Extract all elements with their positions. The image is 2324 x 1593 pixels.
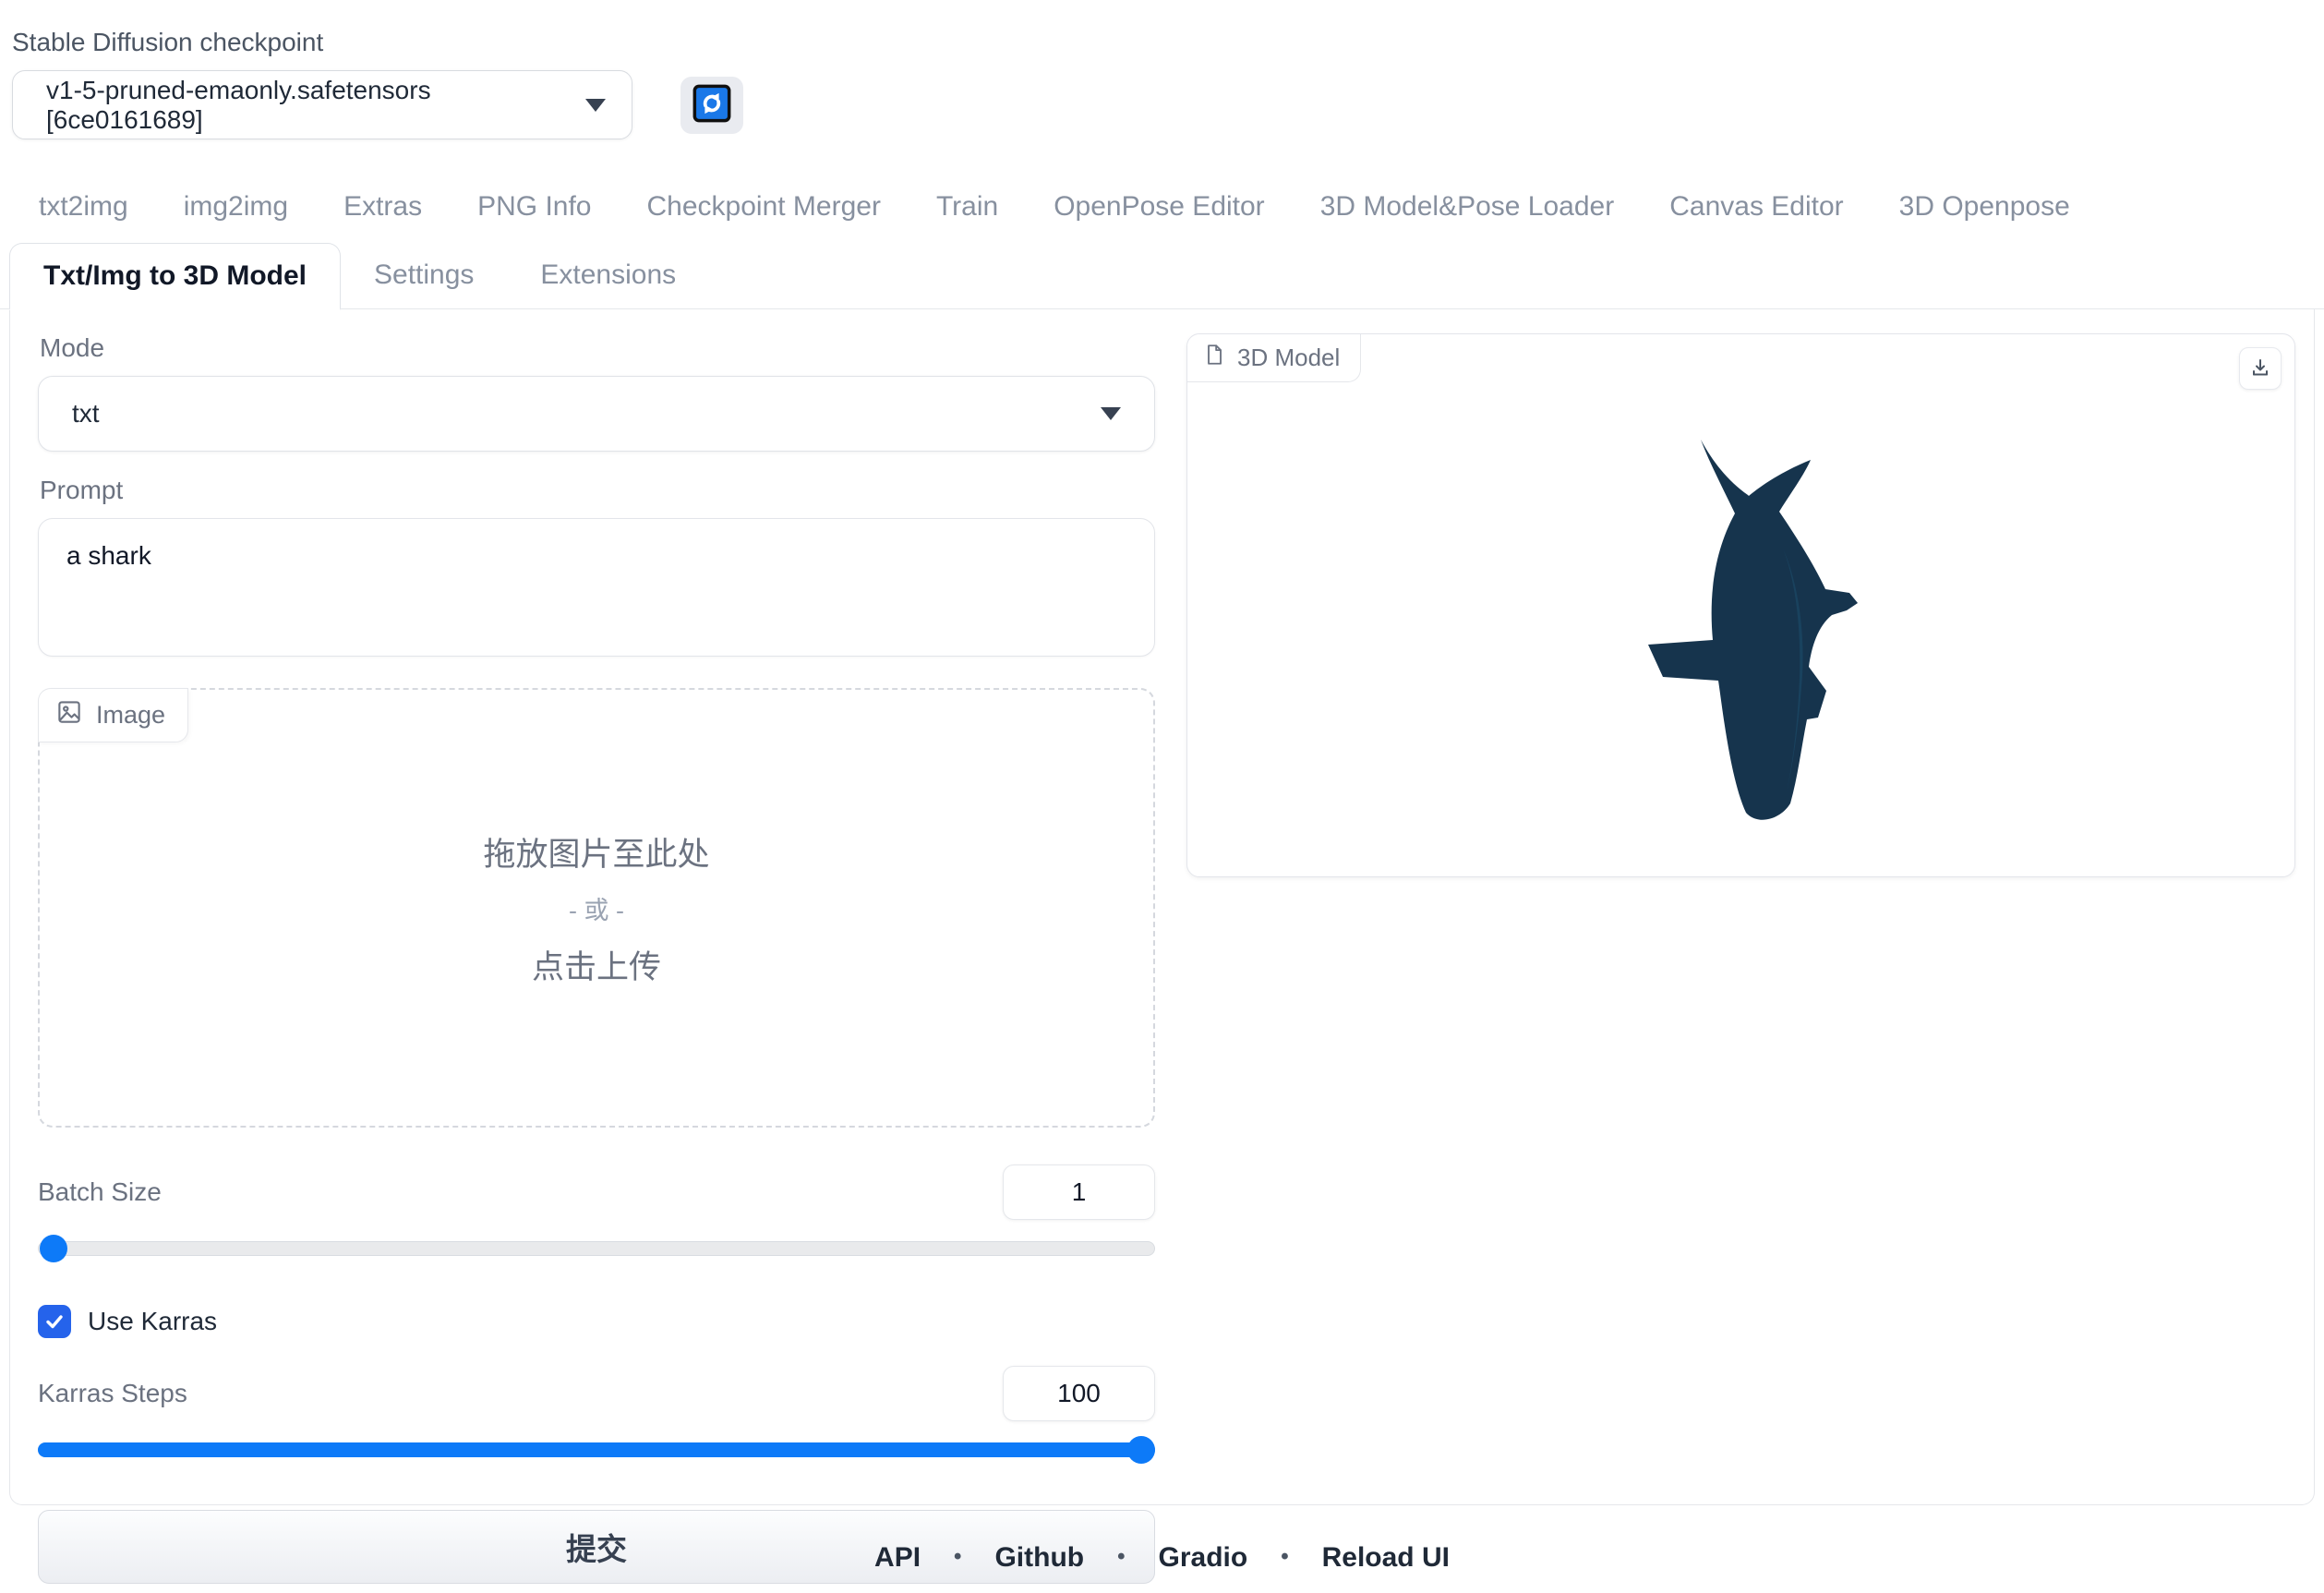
app-window: Stable Diffusion checkpoint v1-5-pruned-… bbox=[0, 0, 2324, 1593]
footer-link[interactable]: API bbox=[874, 1542, 921, 1574]
use-karras-row[interactable]: Use Karras bbox=[38, 1305, 1155, 1338]
tab-item[interactable]: img2img bbox=[156, 178, 316, 235]
batch-size-label: Batch Size bbox=[38, 1177, 162, 1207]
chevron-down-icon bbox=[1101, 407, 1121, 420]
batch-size-number-input[interactable] bbox=[1003, 1165, 1155, 1220]
slider-fill bbox=[38, 1442, 1155, 1457]
mode-dropdown-value: txt bbox=[72, 399, 100, 428]
tab-item[interactable]: 3D Model&Pose Loader bbox=[1293, 178, 1643, 235]
use-karras-label: Use Karras bbox=[88, 1307, 217, 1336]
dropzone-line1: 拖放图片至此处 bbox=[483, 828, 709, 875]
tab-item[interactable]: Txt/Img to 3D Model bbox=[9, 243, 341, 310]
batch-size-slider[interactable] bbox=[38, 1235, 1155, 1262]
slider-handle[interactable] bbox=[1127, 1436, 1155, 1464]
tab-item[interactable]: txt2img bbox=[11, 178, 156, 235]
tab-row-main: txt2imgimg2imgExtrasPNG InfoCheckpoint M… bbox=[0, 178, 2324, 235]
input-column: Mode txt Prompt a shark Image bbox=[38, 333, 1155, 1504]
slider-track bbox=[38, 1241, 1155, 1256]
model-viewer-canvas[interactable] bbox=[1187, 334, 2294, 876]
tab-item[interactable]: Extensions bbox=[507, 243, 709, 308]
karras-steps-row: Karras Steps bbox=[38, 1366, 1155, 1421]
refresh-checkpoints-button[interactable] bbox=[680, 77, 743, 134]
prompt-label: Prompt bbox=[40, 476, 1155, 505]
tab-item[interactable]: 3D Openpose bbox=[1872, 178, 2098, 235]
tab-item[interactable]: Extras bbox=[316, 178, 450, 235]
tab-item[interactable]: Canvas Editor bbox=[1642, 178, 1871, 235]
mode-dropdown[interactable]: txt bbox=[38, 376, 1155, 452]
model3d-panel-tag-label: 3D Model bbox=[1237, 344, 1340, 372]
footer-link[interactable]: Github bbox=[921, 1542, 1084, 1574]
footer-link[interactable]: Gradio bbox=[1084, 1542, 1247, 1574]
tab-bar: txt2imgimg2imgExtrasPNG InfoCheckpoint M… bbox=[0, 178, 2324, 309]
checkpoint-label: Stable Diffusion checkpoint bbox=[12, 28, 2324, 57]
image-dropzone[interactable]: Image 拖放图片至此处 - 或 - 点击上传 bbox=[38, 688, 1155, 1128]
model3d-panel-tag: 3D Model bbox=[1187, 334, 1361, 382]
output-column: 3D Model bbox=[1186, 333, 2295, 1504]
chevron-down-icon bbox=[585, 99, 606, 112]
checkpoint-dropdown[interactable]: v1-5-pruned-emaonly.safetensors [6ce0161… bbox=[12, 70, 632, 139]
prompt-input[interactable]: a shark bbox=[38, 518, 1155, 657]
dropzone-instructions: 拖放图片至此处 - 或 - 点击上传 bbox=[40, 690, 1153, 1126]
checkpoint-dropdown-value: v1-5-pruned-emaonly.safetensors [6ce0161… bbox=[46, 76, 585, 135]
mode-label: Mode bbox=[40, 333, 1155, 363]
karras-steps-number-input[interactable] bbox=[1003, 1366, 1155, 1421]
download-model-button[interactable] bbox=[2239, 347, 2282, 390]
karras-steps-slider[interactable] bbox=[38, 1436, 1155, 1464]
tab-item[interactable]: OpenPose Editor bbox=[1026, 178, 1292, 235]
tab-item[interactable]: Checkpoint Merger bbox=[620, 178, 909, 235]
use-karras-checkbox[interactable] bbox=[38, 1305, 71, 1338]
refresh-icon bbox=[692, 84, 731, 126]
file-icon bbox=[1202, 343, 1226, 373]
checkpoint-bar: Stable Diffusion checkpoint v1-5-pruned-… bbox=[0, 0, 2324, 139]
tab-content-panel: Mode txt Prompt a shark Image bbox=[9, 309, 2315, 1505]
model3d-panel: 3D Model bbox=[1186, 333, 2295, 877]
tab-row-extension: Txt/Img to 3D ModelSettingsExtensions bbox=[0, 243, 2324, 309]
shark-3d-model bbox=[1644, 438, 1861, 826]
dropzone-line2: - 或 - bbox=[569, 890, 624, 926]
slider-handle[interactable] bbox=[40, 1235, 67, 1262]
dropzone-line3: 点击上传 bbox=[532, 941, 661, 988]
karras-steps-label: Karras Steps bbox=[38, 1379, 187, 1408]
tab-item[interactable]: Train bbox=[909, 178, 1026, 235]
tab-item[interactable]: Settings bbox=[341, 243, 507, 308]
batch-size-row: Batch Size bbox=[38, 1165, 1155, 1220]
footer-link[interactable]: Reload UI bbox=[1247, 1542, 1450, 1574]
download-icon bbox=[2249, 356, 2271, 381]
tab-item[interactable]: PNG Info bbox=[450, 178, 619, 235]
